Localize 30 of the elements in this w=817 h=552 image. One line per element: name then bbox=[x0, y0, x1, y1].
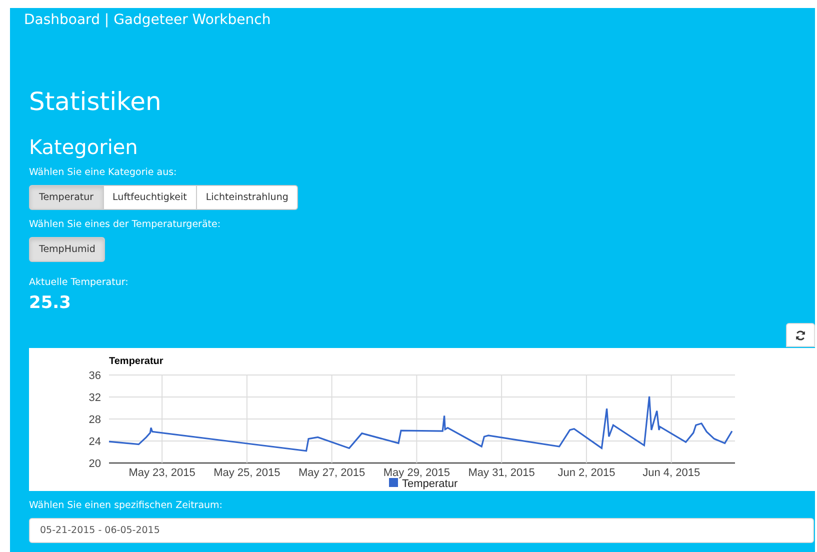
refresh-icon bbox=[795, 330, 806, 340]
y-tick-label: 36 bbox=[88, 370, 101, 382]
x-tick-label: May 27, 2015 bbox=[298, 467, 366, 479]
device-prompt: Wählen Sie eines der Temperaturgeräte: bbox=[29, 218, 222, 231]
x-tick-label: May 29, 2015 bbox=[383, 467, 450, 479]
x-tick-label: May 23, 2015 bbox=[128, 467, 196, 479]
page-title: Statistiken bbox=[29, 86, 162, 118]
y-tick-label: 24 bbox=[88, 436, 101, 448]
refresh-button[interactable] bbox=[786, 323, 815, 347]
device-button[interactable]: TempHumid bbox=[29, 237, 106, 262]
category-prompt: Wählen Sie eine Kategorie aus: bbox=[29, 166, 178, 179]
legend-label: Temperatur bbox=[402, 478, 458, 490]
app-title: Dashboard | Gadgeteer Workbench bbox=[24, 12, 272, 30]
current-label: Aktuelle Temperatur: bbox=[29, 276, 130, 289]
category-button[interactable]: Temperatur bbox=[29, 185, 104, 210]
category-button[interactable]: Luftfeuchtigkeit bbox=[102, 185, 197, 210]
category-button[interactable]: Lichteinstrahlung bbox=[196, 185, 298, 210]
legend-swatch bbox=[389, 478, 398, 487]
x-tick-label: May 25, 2015 bbox=[214, 467, 280, 479]
y-tick-label: 28 bbox=[88, 414, 101, 426]
y-tick-label: 20 bbox=[88, 458, 101, 470]
x-tick-label: May 31, 2015 bbox=[468, 467, 535, 479]
current-value: 25.3 bbox=[29, 293, 72, 313]
x-tick-label: Jun 2, 2015 bbox=[558, 467, 616, 479]
date-range-field[interactable]: 05-21-2015 - 06-05-2015 bbox=[29, 518, 814, 543]
y-tick-label: 32 bbox=[88, 392, 101, 404]
range-prompt: Wählen Sie einen spezifischen Zeitraum: bbox=[29, 499, 224, 512]
chart-title: Temperatur bbox=[109, 356, 164, 367]
section-title: Kategorien bbox=[29, 134, 139, 160]
x-tick-label: Jun 4, 2015 bbox=[642, 467, 700, 479]
